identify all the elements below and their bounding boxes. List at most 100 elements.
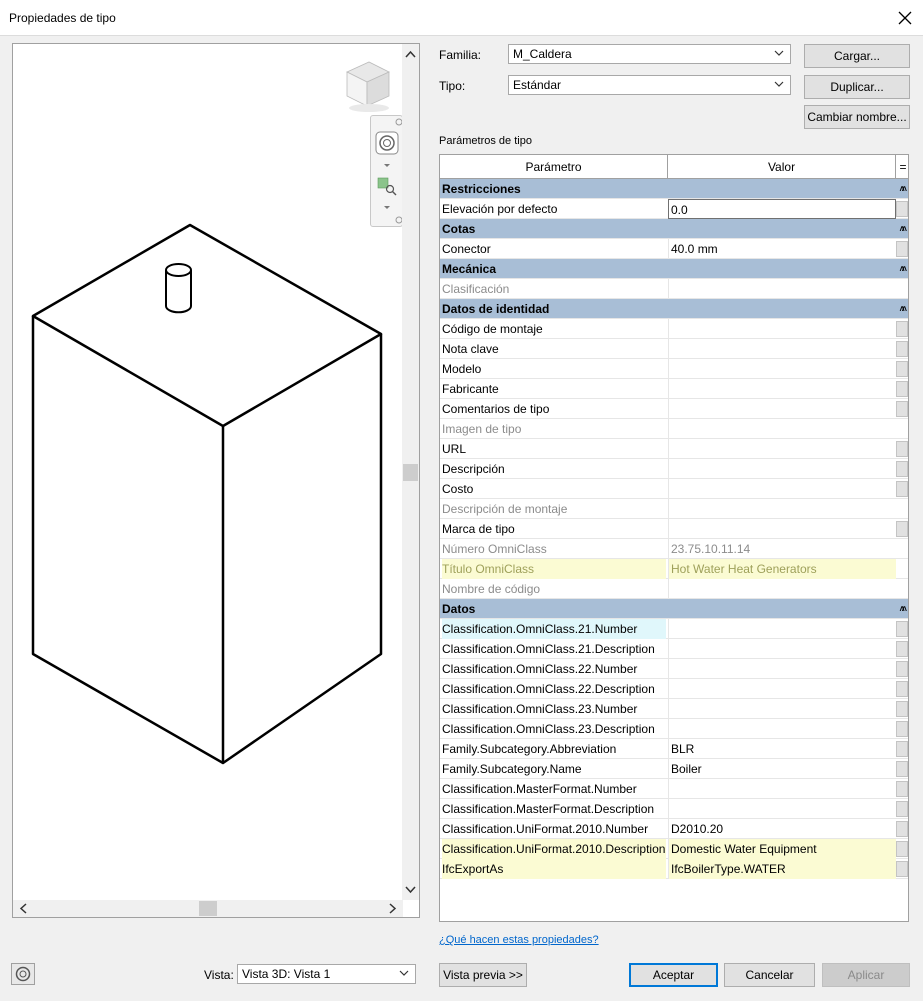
collapse-chevron-icon[interactable]: ˄˄ bbox=[899, 259, 906, 279]
table-row[interactable]: Título OmniClass Hot Water Heat Generator… bbox=[440, 559, 908, 579]
table-row[interactable]: Classification.OmniClass.22.Number bbox=[440, 659, 908, 679]
parameter-value[interactable] bbox=[668, 339, 896, 359]
table-row[interactable]: Classification.OmniClass.21.Description bbox=[440, 639, 908, 659]
associate-parameter-button[interactable] bbox=[896, 361, 908, 377]
column-header-value[interactable]: Valor bbox=[668, 155, 896, 179]
parameter-value[interactable] bbox=[668, 359, 896, 379]
associate-parameter-button[interactable] bbox=[896, 821, 908, 837]
parameter-value[interactable] bbox=[668, 659, 896, 679]
associate-parameter-button[interactable] bbox=[896, 641, 908, 657]
parameter-value[interactable] bbox=[668, 699, 896, 719]
steering-wheel-icon[interactable] bbox=[11, 963, 35, 985]
table-row[interactable]: Classification.MasterFormat.Number bbox=[440, 779, 908, 799]
scroll-up-icon[interactable] bbox=[405, 50, 416, 58]
associate-parameter-button[interactable] bbox=[896, 461, 908, 477]
column-header-parameter[interactable]: Parámetro bbox=[440, 155, 668, 179]
parameter-value[interactable] bbox=[668, 519, 896, 539]
associate-parameter-button[interactable] bbox=[896, 801, 908, 817]
zoom-icon[interactable] bbox=[377, 177, 397, 196]
preview-panel[interactable] bbox=[12, 43, 420, 918]
steering-wheel-icon[interactable] bbox=[375, 131, 399, 155]
sort-toggle-button[interactable]: = bbox=[896, 155, 908, 179]
table-row[interactable]: Descripción bbox=[440, 459, 908, 479]
parameter-value[interactable]: Boiler bbox=[668, 759, 896, 779]
table-row[interactable]: Marca de tipo bbox=[440, 519, 908, 539]
table-row[interactable]: IfcExportAs IfcBoilerType.WATER bbox=[440, 859, 908, 879]
type-parameters-grid[interactable]: Parámetro Valor = Restricciones ˄˄ Elevaci… bbox=[439, 154, 909, 922]
scroll-thumb[interactable] bbox=[403, 464, 418, 481]
parameter-value[interactable]: BLR bbox=[668, 739, 896, 759]
associate-parameter-button[interactable] bbox=[896, 741, 908, 757]
associate-parameter-button[interactable] bbox=[896, 721, 908, 737]
associate-parameter-button[interactable] bbox=[896, 701, 908, 717]
associate-parameter-button[interactable] bbox=[896, 861, 908, 877]
table-row[interactable]: Código de montaje bbox=[440, 319, 908, 339]
collapse-chevron-icon[interactable]: ˄˄ bbox=[899, 219, 906, 239]
scroll-down-icon[interactable] bbox=[405, 886, 416, 894]
parameter-value[interactable] bbox=[668, 679, 896, 699]
table-row[interactable]: Clasificación bbox=[440, 279, 908, 299]
parameter-value[interactable] bbox=[668, 319, 896, 339]
type-dropdown[interactable]: Estándar bbox=[508, 75, 791, 95]
table-row[interactable]: Classification.UniFormat.2010.Number D201… bbox=[440, 819, 908, 839]
associate-parameter-button[interactable] bbox=[896, 681, 908, 697]
table-row[interactable]: Classification.MasterFormat.Description bbox=[440, 799, 908, 819]
preview-toggle-button[interactable]: Vista previa >> bbox=[439, 963, 527, 987]
apply-button[interactable]: Aplicar bbox=[822, 963, 910, 987]
table-row[interactable]: URL bbox=[440, 439, 908, 459]
associate-parameter-button[interactable] bbox=[896, 201, 908, 217]
table-row[interactable]: Elevación por defecto 0.0 bbox=[440, 199, 908, 219]
parameter-value[interactable] bbox=[668, 619, 896, 639]
table-row[interactable]: Classification.OmniClass.22.Description bbox=[440, 679, 908, 699]
associate-parameter-button[interactable] bbox=[896, 441, 908, 457]
table-row[interactable]: Classification.OmniClass.21.Number bbox=[440, 619, 908, 639]
cancel-button[interactable]: Cancelar bbox=[724, 963, 815, 987]
parameter-value[interactable] bbox=[668, 439, 896, 459]
associate-parameter-button[interactable] bbox=[896, 781, 908, 797]
table-row[interactable]: Nota clave bbox=[440, 339, 908, 359]
parameter-value[interactable] bbox=[668, 779, 896, 799]
help-link[interactable]: ¿Qué hacen estas propiedades? bbox=[439, 934, 599, 946]
view-cube-icon[interactable] bbox=[346, 61, 390, 112]
rename-button[interactable]: Cambiar nombre... bbox=[804, 105, 910, 129]
associate-parameter-button[interactable] bbox=[896, 621, 908, 637]
collapse-chevron-icon[interactable]: ˄˄ bbox=[899, 299, 906, 319]
parameter-value[interactable] bbox=[668, 719, 896, 739]
parameter-value[interactable] bbox=[668, 479, 896, 499]
group-header[interactable]: Mecánica ˄˄ bbox=[440, 259, 908, 279]
associate-parameter-button[interactable] bbox=[896, 401, 908, 417]
table-row[interactable]: Family.Subcategory.Abbreviation BLR bbox=[440, 739, 908, 759]
preview-horizontal-scrollbar[interactable] bbox=[13, 900, 403, 917]
group-header[interactable]: Datos de identidad ˄˄ bbox=[440, 299, 908, 319]
parameter-value[interactable] bbox=[668, 799, 896, 819]
associate-parameter-button[interactable] bbox=[896, 661, 908, 677]
associate-parameter-button[interactable] bbox=[896, 381, 908, 397]
associate-parameter-button[interactable] bbox=[896, 321, 908, 337]
table-row[interactable]: Classification.UniFormat.2010.Descriptio… bbox=[440, 839, 908, 859]
table-row[interactable]: Family.Subcategory.Name Boiler bbox=[440, 759, 908, 779]
table-row[interactable]: Classification.OmniClass.23.Description bbox=[440, 719, 908, 739]
associate-parameter-button[interactable] bbox=[896, 841, 908, 857]
table-row[interactable]: Conector 40.0 mm bbox=[440, 239, 908, 259]
table-row[interactable]: Comentarios de tipo bbox=[440, 399, 908, 419]
table-row[interactable]: Descripción de montaje bbox=[440, 499, 908, 519]
associate-parameter-button[interactable] bbox=[896, 521, 908, 537]
associate-parameter-button[interactable] bbox=[896, 761, 908, 777]
table-row[interactable]: Costo bbox=[440, 479, 908, 499]
parameter-value[interactable] bbox=[668, 639, 896, 659]
load-button[interactable]: Cargar... bbox=[804, 44, 910, 68]
view-dropdown[interactable]: Vista 3D: Vista 1 bbox=[237, 964, 416, 984]
parameter-value[interactable] bbox=[668, 459, 896, 479]
scroll-right-icon[interactable] bbox=[389, 903, 397, 914]
parameter-value[interactable]: 40.0 mm bbox=[668, 239, 896, 259]
table-row[interactable]: Imagen de tipo bbox=[440, 419, 908, 439]
navigation-bar[interactable] bbox=[370, 115, 403, 227]
scroll-left-icon[interactable] bbox=[19, 903, 27, 914]
group-header[interactable]: Restricciones ˄˄ bbox=[440, 179, 908, 199]
parameter-value[interactable]: D2010.20 bbox=[668, 819, 896, 839]
associate-parameter-button[interactable] bbox=[896, 241, 908, 257]
parameter-value[interactable] bbox=[668, 399, 896, 419]
parameter-value[interactable]: Domestic Water Equipment bbox=[668, 839, 896, 859]
ok-button[interactable]: Aceptar bbox=[629, 963, 718, 987]
associate-parameter-button[interactable] bbox=[896, 341, 908, 357]
